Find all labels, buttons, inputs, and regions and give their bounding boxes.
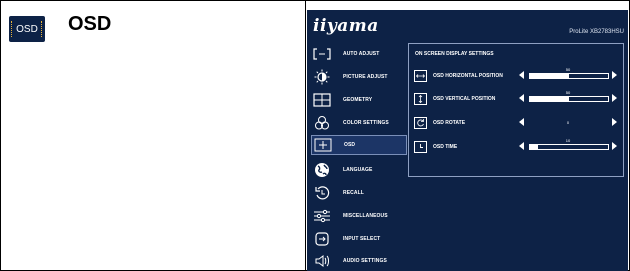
miscellaneous-sliders-icon [311, 207, 333, 225]
decrease-arrow-icon[interactable] [519, 71, 524, 79]
section-title: OSD [68, 13, 112, 35]
menu-item-label: LANGUAGE [343, 167, 373, 173]
osd-settings-panel: ON SCREEN DISPLAY SETTINGS OSD HORIZONTA… [408, 43, 624, 177]
setting-row-osd-time[interactable]: OSD TIME 10 [413, 138, 621, 154]
increase-arrow-icon[interactable] [612, 71, 617, 79]
increase-arrow-icon[interactable] [612, 94, 617, 102]
menu-item-label: INPUT SELECT [343, 236, 381, 242]
osd-section-icon-label: OSD [16, 23, 38, 35]
increase-arrow-icon[interactable] [612, 142, 617, 150]
menu-item-label: MISCELLANEOUS [343, 213, 388, 219]
column-divider [305, 0, 306, 271]
input-select-icon [311, 230, 333, 248]
menu-item-input-select[interactable]: INPUT SELECT [311, 229, 407, 249]
osd-icon [312, 136, 334, 154]
vertical-position-icon [414, 93, 427, 105]
menu-item-label: RECALL [343, 190, 364, 196]
brand-logo: iiyama [313, 16, 379, 36]
menu-item-recall[interactable]: RECALL [311, 183, 407, 203]
recall-icon [311, 184, 333, 202]
menu-item-color-settings[interactable]: COLOR SETTINGS [311, 113, 407, 133]
setting-value: 10 [565, 138, 571, 143]
setting-row-rotate[interactable]: OSD ROTATE 0 [413, 116, 621, 130]
osd-screen: iiyama ProLite XB2783HSU AUTO ADJUST PIC… [307, 10, 628, 271]
menu-item-label: GEOMETRY [343, 97, 373, 103]
menu-item-language[interactable]: LANGUAGE [311, 160, 407, 180]
setting-row-vertical-position[interactable]: OSD VERTICAL POSITION 50 [413, 90, 621, 106]
setting-bar-fill [537, 145, 608, 149]
menu-item-picture-adjust[interactable]: PICTURE ADJUST [311, 67, 407, 87]
setting-bar[interactable] [529, 96, 609, 102]
setting-value: 0 [566, 120, 570, 125]
menu-item-auto-adjust[interactable]: AUTO ADJUST [311, 44, 407, 64]
setting-bar[interactable] [529, 144, 609, 150]
rotate-icon [414, 117, 427, 129]
menu-item-label: PICTURE ADJUST [343, 74, 388, 80]
osd-time-icon [414, 141, 427, 153]
increase-arrow-icon[interactable] [612, 118, 617, 126]
menu-item-label: OSD [344, 142, 356, 148]
panel-title: ON SCREEN DISPLAY SETTINGS [415, 51, 494, 57]
setting-bar-fill [569, 97, 608, 101]
menu-item-label: COLOR SETTINGS [343, 120, 389, 126]
decrease-arrow-icon[interactable] [519, 118, 524, 126]
decrease-arrow-icon[interactable] [519, 142, 524, 150]
language-globe-icon [311, 161, 333, 179]
menu-item-label: AUDIO SETTINGS [343, 258, 387, 264]
setting-bar-fill [569, 74, 608, 78]
setting-label: OSD TIME [433, 144, 458, 150]
color-settings-icon [311, 114, 333, 132]
setting-row-horizontal-position[interactable]: OSD HORIZONTAL POSITION 50 [413, 67, 621, 83]
decrease-arrow-icon[interactable] [519, 94, 524, 102]
picture-adjust-icon [311, 68, 333, 86]
setting-label: OSD VERTICAL POSITION [433, 96, 496, 102]
setting-value: 50 [565, 90, 571, 95]
menu-item-geometry[interactable]: GEOMETRY [311, 90, 407, 110]
horizontal-position-icon [414, 70, 427, 82]
audio-speaker-icon [311, 252, 333, 270]
geometry-icon [311, 91, 333, 109]
menu-item-osd[interactable]: OSD [311, 135, 407, 155]
setting-value: 50 [565, 67, 571, 72]
setting-label: OSD HORIZONTAL POSITION [433, 73, 503, 79]
setting-bar[interactable] [529, 73, 609, 79]
osd-section-icon: OSD [9, 16, 45, 42]
model-name: ProLite XB2783HSU [569, 29, 624, 35]
auto-adjust-icon [311, 45, 333, 63]
menu-item-miscellaneous[interactable]: MISCELLANEOUS [311, 206, 407, 226]
menu-item-audio-settings[interactable]: AUDIO SETTINGS [311, 251, 407, 271]
menu-item-label: AUTO ADJUST [343, 51, 380, 57]
setting-label: OSD ROTATE [433, 120, 466, 126]
